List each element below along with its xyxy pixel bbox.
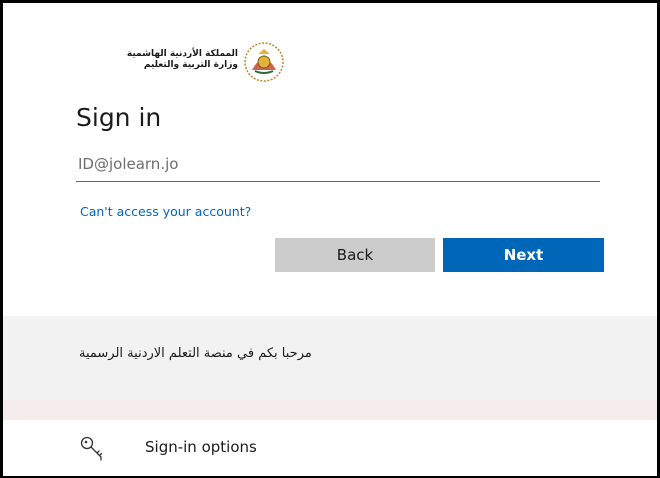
logo-line-2: وزارة التربية والتعليم xyxy=(143,60,238,70)
cant-access-account-link[interactable]: Can't access your account? xyxy=(80,204,251,219)
ministry-logo: المملكة الأردنية الهاشمية وزارة التربية … xyxy=(76,40,286,84)
email-input[interactable] xyxy=(76,146,600,182)
sign-in-options-label[interactable]: Sign-in options xyxy=(145,438,257,456)
logo-line-1: المملكة الأردنية الهاشمية xyxy=(126,49,238,59)
banner-bottom-strip xyxy=(3,400,657,420)
page-title: Sign in xyxy=(76,103,162,132)
key-icon xyxy=(80,436,103,461)
back-button[interactable]: Back xyxy=(275,238,435,272)
welcome-text: مرحبا بكم في منصة التعلم الاردنية الرسمي… xyxy=(79,346,312,361)
jordan-emblem-icon xyxy=(244,42,284,82)
next-button[interactable]: Next xyxy=(443,238,604,272)
logo-text: المملكة الأردنية الهاشمية وزارة التربية … xyxy=(127,49,238,71)
